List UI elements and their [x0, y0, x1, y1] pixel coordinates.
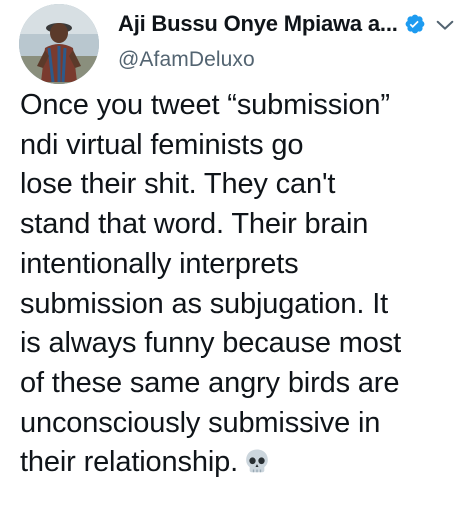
tweet-text-line: intentionally interprets	[20, 247, 299, 280]
tweet-text-line: stand that word. Their brain	[20, 208, 369, 241]
user-handle[interactable]: @AfamDeluxo	[118, 48, 468, 72]
tweet-text-line: submission as subjugation. It	[20, 287, 389, 320]
display-name[interactable]: Aji Bussu Onye Mpiawa a...	[118, 11, 398, 37]
tweet-text-line: lose their shit. They can't	[20, 168, 336, 201]
tweet-text-line: of these same angry birds are	[20, 366, 400, 399]
tweet-text-line: unconsciously submissive in	[20, 406, 381, 439]
avatar-photo	[19, 4, 99, 84]
verified-badge-icon	[405, 14, 425, 34]
tweet-text-line: Once you tweet “submission”	[20, 89, 390, 121]
tweet-text-line-last: their relationship.💀	[20, 443, 470, 483]
skull-emoji-icon	[246, 449, 268, 473]
name-row: Aji Bussu Onye Mpiawa a...	[118, 10, 468, 38]
tweet-text: Once you tweet “submission” ndi virtual …	[20, 86, 470, 483]
tweet-text-line: ndi virtual feminists go	[20, 128, 304, 161]
tweet-text-line: is always funny because most	[20, 327, 402, 360]
tweet-card[interactable]: Aji Bussu Onye Mpiawa a... @AfamDeluxo O…	[0, 0, 475, 506]
tweet-text-line-end: their relationship.	[20, 446, 238, 479]
chevron-down-icon[interactable]	[434, 14, 456, 36]
tweet-header: Aji Bussu Onye Mpiawa a... @AfamDeluxo	[118, 10, 468, 72]
avatar[interactable]	[19, 4, 99, 84]
